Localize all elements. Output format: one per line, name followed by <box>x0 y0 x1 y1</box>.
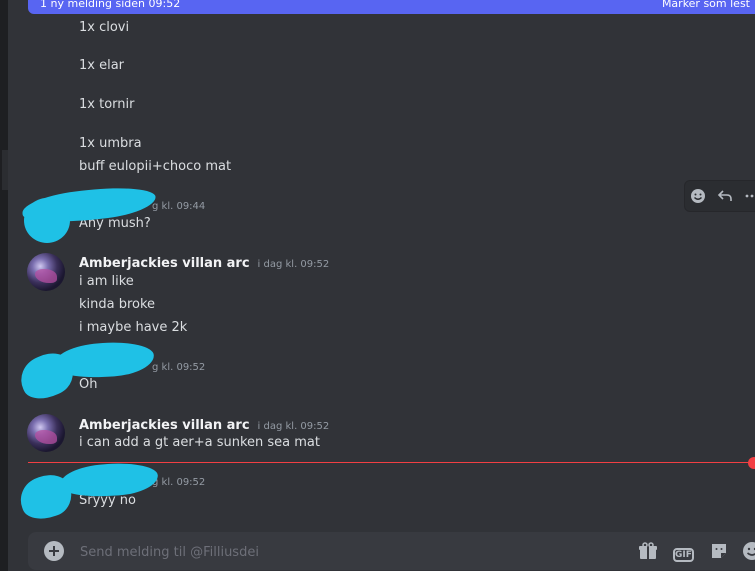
message-timestamp: i dag kl. 09:52 <box>257 421 330 432</box>
sticker-icon[interactable] <box>709 541 729 561</box>
mark-as-read-button[interactable]: Marker som lest <box>662 0 750 10</box>
redaction-mark <box>24 198 70 243</box>
message-line: i maybe have 2k <box>79 320 188 335</box>
message-timestamp: i dag kl. 09:52 <box>257 259 330 270</box>
message-line: Oh <box>79 377 98 392</box>
new-messages-bar[interactable]: 1 ny melding siden 09:52 Marker som lest <box>28 0 755 14</box>
new-messages-text: 1 ny melding siden 09:52 <box>40 0 181 10</box>
gif-icon[interactable]: GIF <box>673 542 694 562</box>
message-line: 1x umbra <box>79 136 142 151</box>
message-timestamp: g kl. 09:44 <box>152 201 206 212</box>
message-line: 1x tornir <box>79 97 135 112</box>
avatar[interactable] <box>27 253 65 291</box>
avatar[interactable] <box>27 414 65 452</box>
message-input[interactable] <box>78 540 582 564</box>
emoji-icon[interactable] <box>742 541 755 561</box>
message-line: i can add a gt aer+a sunken sea mat <box>79 435 320 450</box>
message-timestamp: g kl. 09:52 <box>152 362 206 373</box>
add-reaction-icon[interactable] <box>685 182 712 210</box>
message-line: kinda broke <box>79 297 156 312</box>
gift-icon[interactable] <box>638 541 658 561</box>
message-line: 1x clovi <box>79 20 130 35</box>
message-header: Amberjackies villan arc i dag kl. 09:52 <box>79 418 329 433</box>
new-messages-divider <box>28 462 755 463</box>
more-icon[interactable] <box>738 182 755 210</box>
message-composer: GIF <box>28 532 755 570</box>
message-timestamp: g kl. 09:52 <box>152 477 206 488</box>
add-attachment-icon[interactable] <box>44 541 64 561</box>
new-messages-badge <box>748 457 755 469</box>
message-header: Amberjackies villan arc i dag kl. 09:52 <box>79 256 329 271</box>
message-line: buff eulopii+choco mat <box>79 159 232 174</box>
message-hover-toolbar <box>684 180 755 212</box>
reply-icon[interactable] <box>712 182 739 210</box>
server-sidebar-edge <box>0 0 8 571</box>
message-line: i am like <box>79 274 134 289</box>
redaction-mark <box>59 460 159 500</box>
username[interactable]: Amberjackies villan arc <box>79 418 250 433</box>
username[interactable]: Amberjackies villan arc <box>79 256 250 271</box>
message-line: 1x elar <box>79 58 125 73</box>
sidebar-handle <box>2 150 8 190</box>
gif-label: GIF <box>673 548 694 562</box>
